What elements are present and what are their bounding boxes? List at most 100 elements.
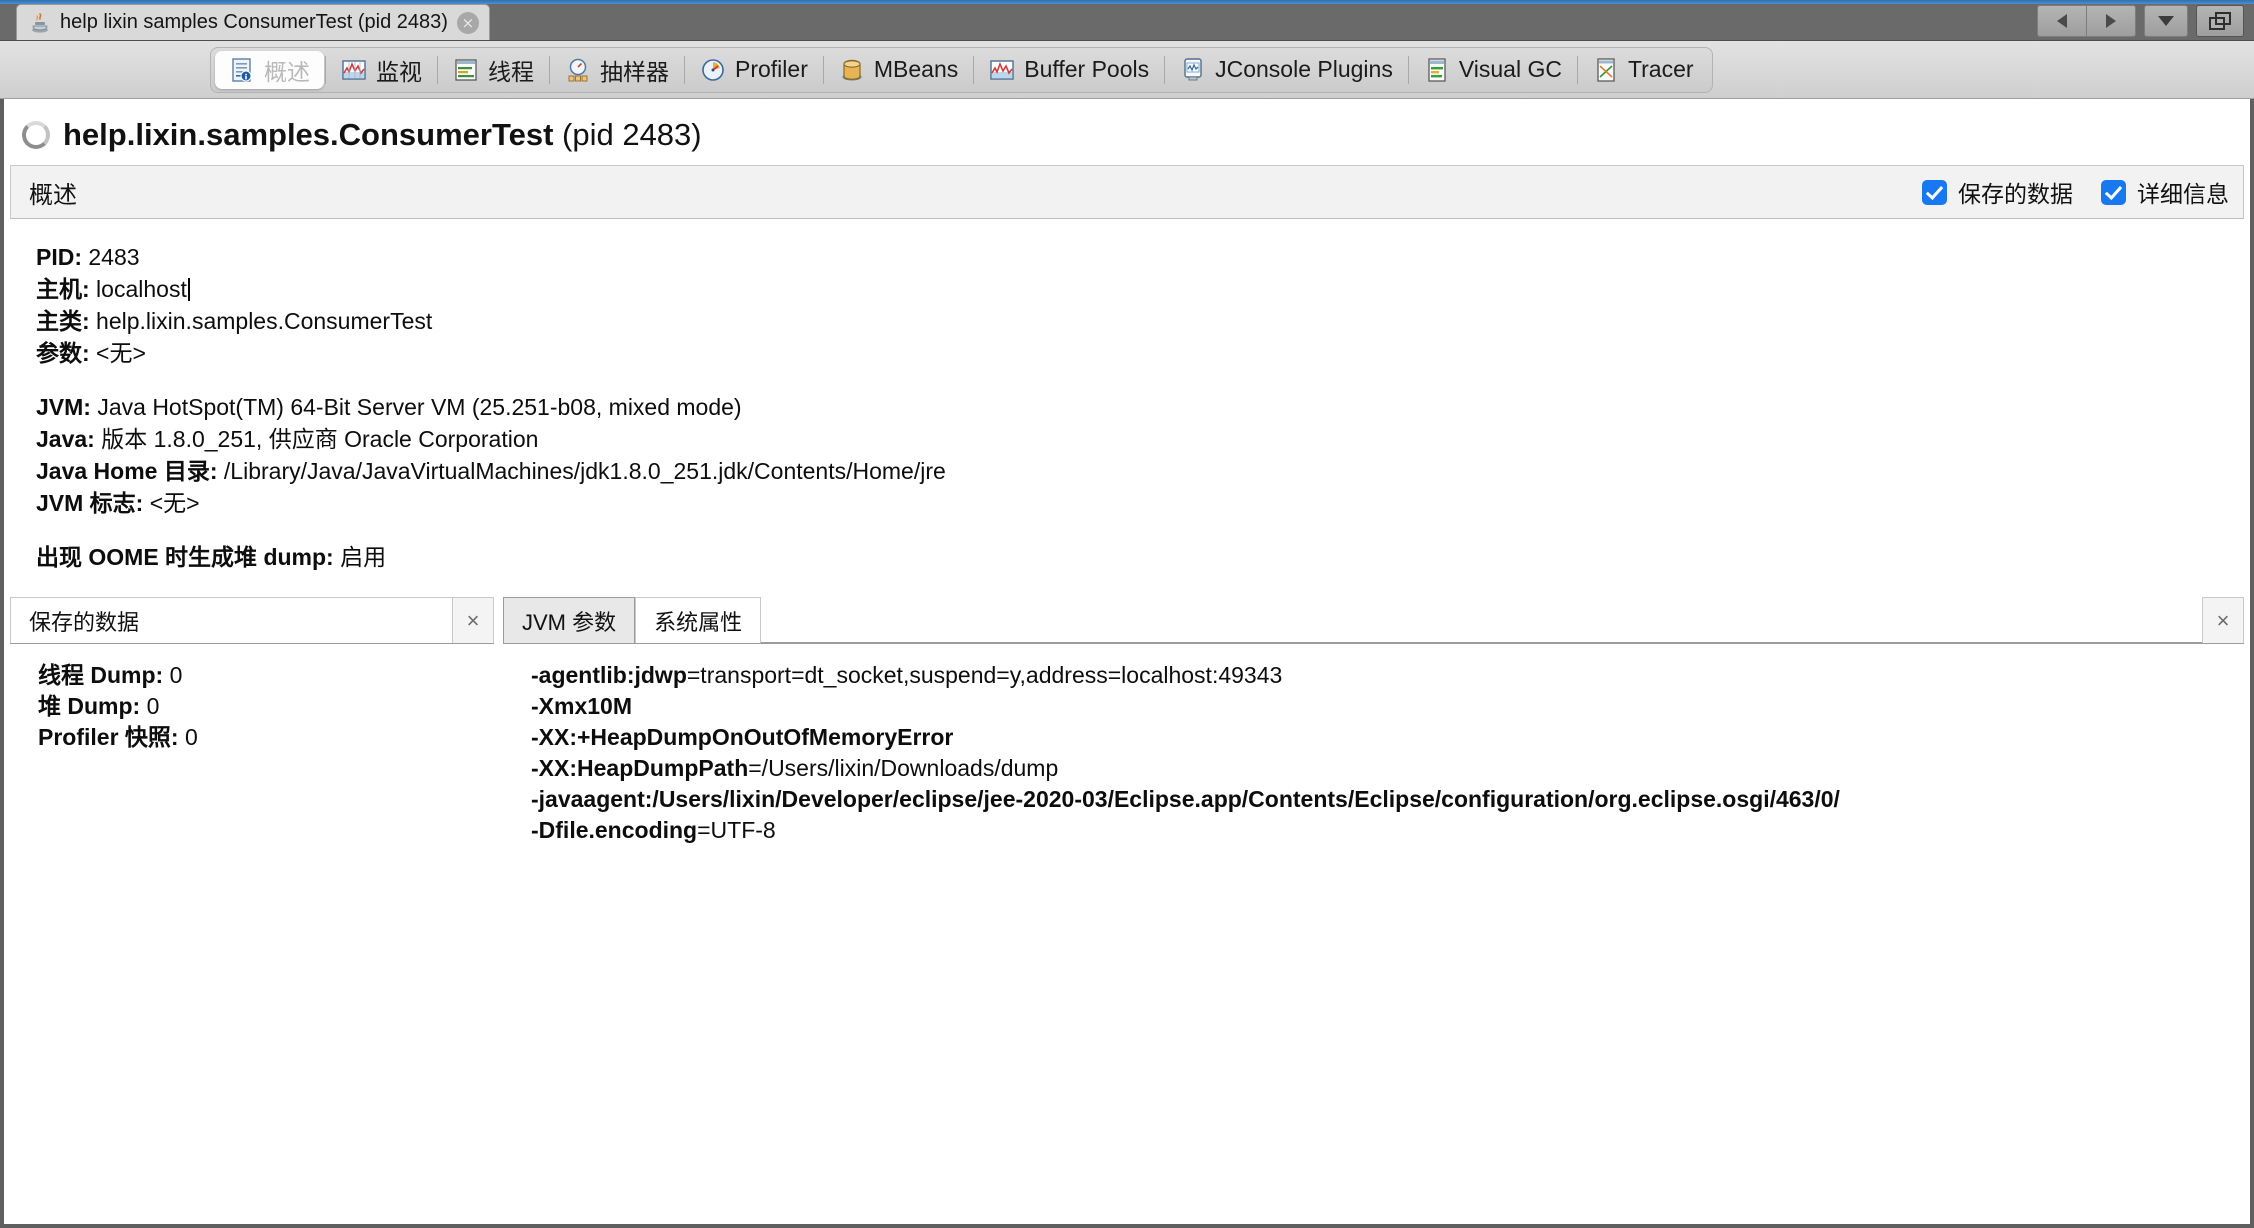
jvm-argument-value: =/Users/lixin/Downloads/dump [748, 755, 1059, 781]
info-value: Java HotSpot(TM) 64-Bit Server VM (25.25… [90, 394, 742, 420]
chevron-right-icon [2106, 14, 2116, 28]
section-options: 保存的数据 详细信息 [1922, 175, 2229, 209]
tab-system-properties[interactable]: 系统属性 [635, 597, 762, 643]
page-title-main: help.lixin.samples.ConsumerTest [63, 117, 554, 152]
tracer-icon [1593, 57, 1619, 83]
info-row-pid: PID: 2483 [36, 241, 2250, 273]
info-key: JVM: [36, 394, 91, 420]
info-value: 2483 [82, 244, 140, 270]
checkbox-details-box[interactable] [2101, 179, 2126, 205]
tab-mbeans[interactable]: MBeans [825, 51, 972, 89]
checkbox-details[interactable]: 详细信息 [2101, 175, 2229, 209]
jvm-argument-flag: -XX:+HeapDumpOnOutOfMemoryError [531, 724, 954, 750]
jvm-argument-row: -Dfile.encoding=UTF-8 [531, 815, 2244, 846]
info-row-main-class: 主类: help.lixin.samples.ConsumerTest [36, 305, 2250, 337]
info-row-jvm-flags: JVM 标志: <无> [36, 487, 2250, 519]
info-row-java-home: Java Home 目录: /Library/Java/JavaVirtualM… [36, 455, 2250, 487]
tab-separator [1164, 55, 1166, 84]
saved-data-tabbar: 保存的数据 × [10, 597, 494, 644]
visual-gc-icon [1424, 57, 1450, 83]
monitor-chart-icon [341, 57, 367, 83]
tab-separator [325, 55, 326, 84]
mbeans-icon [839, 57, 865, 83]
tab-buffer-pools-label: Buffer Pools [1024, 56, 1150, 82]
info-value: /Library/Java/JavaVirtualMachines/jdk1.8… [217, 458, 946, 484]
window-menu-button[interactable] [2144, 5, 2188, 37]
tab-sampler[interactable]: 抽样器 [551, 51, 683, 89]
chevron-left-icon [2057, 14, 2067, 28]
info-value: 启用 [333, 544, 387, 570]
jvm-argument-flag: -XX:HeapDumpPath [531, 755, 749, 781]
tab-profiler[interactable]: Profiler [686, 51, 822, 89]
checkbox-saved-data-box[interactable] [1922, 179, 1947, 205]
saved-data-close-icon[interactable]: × [453, 597, 494, 643]
loading-spinner-icon [22, 121, 50, 149]
title-bar: help lixin samples ConsumerTest (pid 248… [0, 0, 2254, 41]
info-value: help.lixin.samples.ConsumerTest [89, 308, 433, 334]
jvm-argument-row: -XX:+HeapDumpOnOutOfMemoryError [531, 722, 2244, 753]
jvm-argument-value: =transport=dt_socket,suspend=y,address=l… [686, 662, 1283, 688]
jconsole-plugins-icon [1180, 57, 1206, 83]
tab-visual-gc[interactable]: Visual GC [1410, 51, 1576, 89]
tab-separator [437, 55, 438, 84]
jvm-argument-flag: -Xmx10M [531, 693, 632, 719]
info-key: 出现 OOME 时生成堆 dump: [36, 544, 334, 570]
float-window-icon [2209, 12, 2231, 30]
document-tab-close-icon[interactable]: × [456, 11, 479, 34]
row-key: 堆 Dump: [38, 693, 141, 719]
chevron-down-icon [2158, 16, 2174, 26]
tab-overview[interactable]: 概述 [215, 50, 324, 89]
window-float-button[interactable] [2196, 5, 2244, 37]
buffer-pools-icon [989, 57, 1015, 83]
tab-monitor-label: 监视 [376, 58, 422, 85]
tab-mbeans-label: MBeans [873, 56, 959, 82]
tab-jvm-arguments[interactable]: JVM 参数 [503, 597, 636, 643]
tab-visual-gc-label: Visual GC [1458, 56, 1562, 82]
tab-profiler-label: Profiler [735, 56, 808, 82]
profiler-clock-icon [700, 57, 726, 83]
tab-system-properties-label: 系统属性 [654, 609, 743, 635]
row-key: Profiler 快照: [38, 724, 179, 750]
jvm-argument-flag: -javaagent:/Users/lixin/Developer/eclips… [531, 786, 1840, 812]
jvm-argument-value: =UTF-8 [697, 817, 776, 843]
view-tab-strip: 概述 监视 线程 抽样器 Profiler MBeans Buffer Pool… [210, 46, 1713, 93]
jvm-argument-row: -agentlib:jdwp=transport=dt_socket,suspe… [531, 660, 2244, 691]
sampler-gauge-icon [565, 57, 591, 83]
tab-separator [684, 55, 685, 84]
tabbar-filler [761, 597, 2202, 643]
tab-separator [1407, 55, 1409, 84]
view-toolbar: 概述 监视 线程 抽样器 Profiler MBeans Buffer Pool… [0, 41, 2254, 99]
tab-threads[interactable]: 线程 [439, 51, 548, 89]
info-key: 主类: [36, 308, 90, 334]
text-caret [187, 278, 190, 301]
document-tab[interactable]: help lixin samples ConsumerTest (pid 248… [16, 4, 490, 40]
jvm-details-panel: JVM 参数 系统属性 × -agentlib:jdwp=transport=d… [503, 597, 2244, 1224]
nav-back-button[interactable] [2037, 5, 2086, 37]
tab-separator [822, 55, 824, 84]
tab-saved-data[interactable]: 保存的数据 [10, 597, 453, 643]
jvm-argument-row: -XX:HeapDumpPath=/Users/lixin/Downloads/… [531, 753, 2244, 784]
info-value: <无> [89, 340, 146, 366]
checkbox-details-label: 详细信息 [2137, 181, 2229, 207]
tab-monitor[interactable]: 监视 [327, 51, 436, 89]
tab-jconsole-plugins[interactable]: JConsole Plugins [1166, 51, 1407, 89]
tab-jconsole-plugins-label: JConsole Plugins [1215, 56, 1393, 82]
jvm-details-tabbar: JVM 参数 系统属性 × [503, 597, 2244, 644]
tab-tracer-label: Tracer [1627, 56, 1694, 82]
info-row-oome-heap-dump: 出现 OOME 时生成堆 dump: 启用 [36, 541, 2250, 573]
tab-tracer[interactable]: Tracer [1579, 51, 1708, 89]
tab-separator [549, 55, 550, 84]
tab-saved-data-label: 保存的数据 [29, 609, 140, 635]
threads-icon [453, 57, 479, 83]
info-value: localhost [89, 276, 187, 302]
jvm-details-close-icon[interactable]: × [2202, 597, 2244, 643]
info-value: <无> [143, 490, 200, 516]
jvm-argument-flag: -Dfile.encoding [531, 817, 698, 843]
tab-buffer-pools[interactable]: Buffer Pools [975, 51, 1163, 89]
section-header-bar: 概述 保存的数据 详细信息 [10, 165, 2244, 219]
info-row-host[interactable]: 主机: localhost [36, 273, 2250, 305]
checkbox-saved-data[interactable]: 保存的数据 [1922, 175, 2073, 209]
nav-forward-button[interactable] [2086, 5, 2136, 37]
